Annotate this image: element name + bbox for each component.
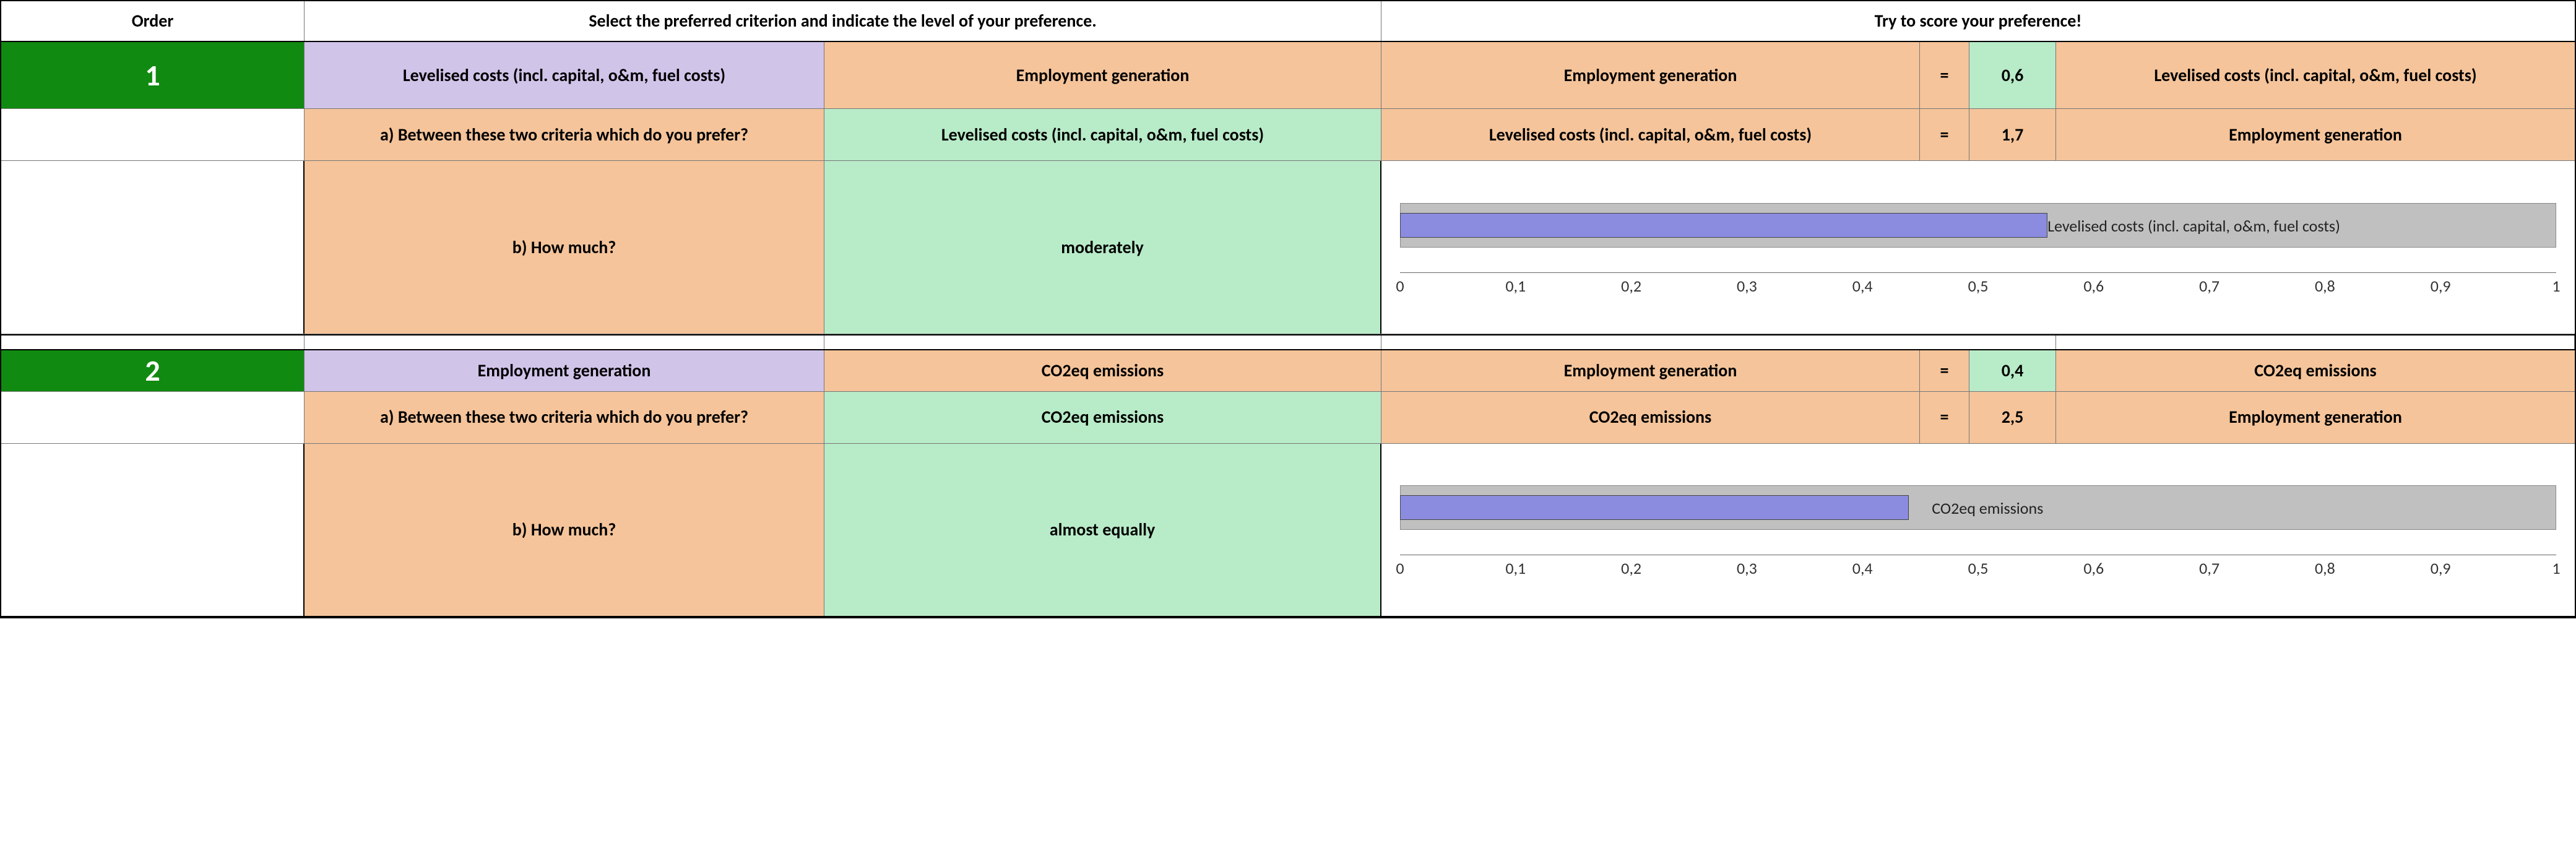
blank-cell: [1, 392, 305, 443]
axis-tick: 0,2: [1621, 559, 1641, 578]
axis-tick: 0,6: [2083, 277, 2104, 296]
question-b: b) How much?: [305, 444, 824, 616]
group-2-question-b-row: b) How much? almost equally CO2eq emissi…: [1, 444, 2575, 617]
score-row2-right: Employment generation: [2056, 392, 2575, 443]
score-row1-left: Employment generation: [1381, 350, 1920, 391]
group-1-criteria-row: 1 Levelised costs (incl. capital, o&m, f…: [1, 42, 2575, 109]
axis-tick: 1: [2552, 277, 2560, 296]
header-select: Select the preferred criterion and indic…: [305, 1, 1381, 41]
score-row2-left: Levelised costs (incl. capital, o&m, fue…: [1381, 109, 1920, 160]
chart-bar-value: [1400, 495, 1909, 520]
axis-tick: 0,2: [1621, 277, 1641, 296]
score-row1-value[interactable]: 0,4: [1969, 350, 2056, 391]
chart-bar-label: Levelised costs (incl. capital, o&m, fue…: [2047, 217, 2340, 236]
blank-cell: [1, 444, 305, 616]
score-row2-value: 1,7: [1969, 109, 2056, 160]
group-1-question-a-row: a) Between these two criteria which do y…: [1, 109, 2575, 161]
axis-tick: 0,9: [2431, 559, 2451, 578]
header-row: Order Select the preferred criterion and…: [1, 1, 2575, 42]
group-2-criteria-row: 2 Employment generation CO2eq emissions …: [1, 350, 2575, 392]
axis-tick: 0,7: [2199, 277, 2219, 296]
axis-tick: 0: [1396, 277, 1404, 296]
criterion-b[interactable]: CO2eq emissions: [824, 350, 1381, 391]
equals-sign: =: [1920, 392, 1969, 443]
answer-a[interactable]: CO2eq emissions: [824, 392, 1381, 443]
axis-tick: 1: [2552, 559, 2560, 578]
chart-bar-label: CO2eq emissions: [1932, 499, 2043, 518]
axis-tick: 0,8: [2315, 277, 2335, 296]
axis-tick: 0,3: [1737, 277, 1757, 296]
order-number: 2: [1, 350, 305, 391]
criterion-a[interactable]: Employment generation: [305, 350, 824, 391]
answer-b[interactable]: moderately: [824, 161, 1381, 334]
comparison-chart-2: CO2eq emissions 00,10,20,30,40,50,60,70,…: [1400, 468, 2556, 592]
axis-tick: 0,1: [1505, 277, 1526, 296]
question-a: a) Between these two criteria which do y…: [305, 109, 824, 160]
criterion-a[interactable]: Levelised costs (incl. capital, o&m, fue…: [305, 42, 824, 108]
equals-sign: =: [1920, 109, 1969, 160]
blank-cell: [1, 161, 305, 334]
chart-cell-1: Levelised costs (incl. capital, o&m, fue…: [1381, 161, 2575, 334]
score-row2-value: 2,5: [1969, 392, 2056, 443]
axis-tick: 0,8: [2315, 559, 2335, 578]
axis-tick: 0,4: [1852, 559, 1873, 578]
score-row1-right: Levelised costs (incl. capital, o&m, fue…: [2056, 42, 2575, 108]
answer-b[interactable]: almost equally: [824, 444, 1381, 616]
score-row2-left: CO2eq emissions: [1381, 392, 1920, 443]
group-1-question-b-row: b) How much? moderately Levelised costs …: [1, 161, 2575, 334]
comparison-table: Order Select the preferred criterion and…: [0, 0, 2576, 618]
axis-tick: 0: [1396, 559, 1404, 578]
axis-tick: 0,5: [1968, 277, 1989, 296]
score-row1-left: Employment generation: [1381, 42, 1920, 108]
score-row2-right: Employment generation: [2056, 109, 2575, 160]
answer-a[interactable]: Levelised costs (incl. capital, o&m, fue…: [824, 109, 1381, 160]
axis-tick: 0,3: [1737, 559, 1757, 578]
equals-sign: =: [1920, 350, 1969, 391]
axis-tick: 0,1: [1505, 559, 1526, 578]
order-number: 1: [1, 42, 305, 108]
axis-tick: 0,9: [2431, 277, 2451, 296]
chart-cell-2: CO2eq emissions 0 0,1 0,2 0,3 0,4 0,5 0,6 0,7 0,…: [1381, 444, 2575, 616]
axis-tick: 0,4: [1852, 277, 1873, 296]
question-a: a) Between these two criteria which do y…: [305, 392, 824, 443]
criterion-b[interactable]: Employment generation: [824, 42, 1381, 108]
blank-cell: [1, 109, 305, 160]
chart-bar-value: [1400, 213, 2047, 238]
chart-axis-2: 00,10,20,30,40,50,60,70,80,91: [1400, 555, 2556, 586]
comparison-chart-1: Levelised costs (incl. capital, o&m, fue…: [1400, 186, 2556, 309]
group-2-question-a-row: a) Between these two criteria which do y…: [1, 392, 2575, 444]
header-score: Try to score your preference!: [1381, 1, 2575, 41]
chart-axis-1: 00,10,20,30,40,50,60,70,80,91: [1400, 272, 2556, 303]
question-b: b) How much?: [305, 161, 824, 334]
score-row1-right: CO2eq emissions: [2056, 350, 2575, 391]
axis-tick: 0,6: [2083, 559, 2104, 578]
axis-tick: 0,7: [2199, 559, 2219, 578]
equals-sign: =: [1920, 42, 1969, 108]
axis-tick: 0,5: [1968, 559, 1989, 578]
spacer-row: [1, 334, 2575, 350]
score-row1-value[interactable]: 0,6: [1969, 42, 2056, 108]
header-order: Order: [1, 1, 305, 41]
